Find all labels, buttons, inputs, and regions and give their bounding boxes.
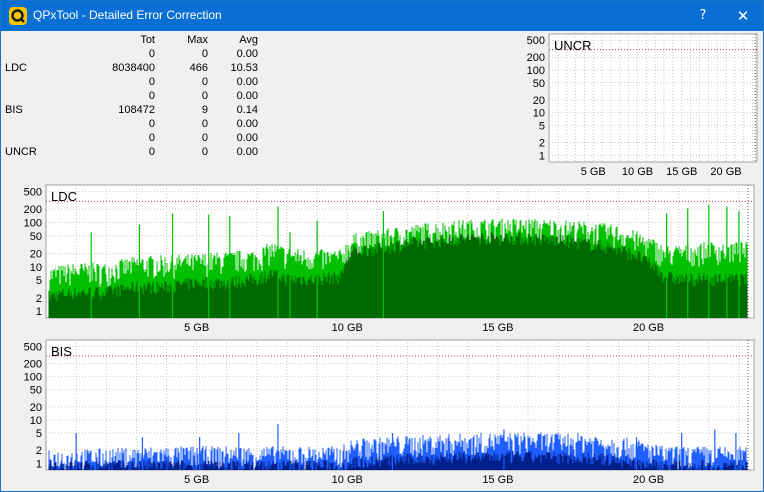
y-tick-label: 10 bbox=[30, 415, 42, 427]
y-tick-label: 50 bbox=[30, 231, 42, 243]
chart-title: LDC bbox=[51, 189, 77, 204]
x-tick-label: 5 GB bbox=[581, 166, 606, 178]
y-tick-label: 5 bbox=[36, 428, 42, 440]
y-tick-label: 10 bbox=[533, 108, 545, 120]
x-tick-label: 20 GB bbox=[633, 474, 664, 486]
x-tick-label: 10 GB bbox=[332, 474, 363, 486]
chart-ldc: 12 510 20 50 100200 500 5 GB 10 GB 15 GB 20 GB LDC bbox=[24, 184, 755, 334]
x-tick-label: 15 GB bbox=[482, 474, 513, 486]
y-tick-label: 200 bbox=[24, 204, 42, 216]
main-window: QPxTool - Detailed Error Correction ? ✕ … bbox=[0, 0, 764, 492]
y-tick-label: 100 bbox=[24, 217, 42, 229]
x-tick-label: 15 GB bbox=[482, 322, 513, 334]
x-tick-label: 20 GB bbox=[710, 166, 741, 178]
y-tick-label: 2 bbox=[36, 445, 42, 457]
y-tick-label: 5 bbox=[36, 275, 42, 287]
y-tick-label: 500 bbox=[527, 35, 545, 47]
close-button[interactable]: ✕ bbox=[731, 5, 755, 27]
y-tick-label: 5 bbox=[539, 121, 545, 133]
y-tick-label: 200 bbox=[24, 359, 42, 371]
y-tick-label: 2 bbox=[539, 138, 545, 150]
chart-title: BIS bbox=[51, 344, 72, 359]
window-title: QPxTool - Detailed Error Correction bbox=[33, 8, 222, 22]
x-tick-label: 10 GB bbox=[622, 166, 653, 178]
y-tick-label: 100 bbox=[527, 65, 545, 77]
y-tick-label: 1 bbox=[36, 306, 42, 318]
x-tick-label: 15 GB bbox=[666, 166, 697, 178]
charts-canvas: 1251020501002005005 GB 10 GB 15 GB 20 GBUNC… bbox=[24, 33, 758, 486]
x-tick-label: 5 GB bbox=[184, 474, 209, 486]
y-tick-label: 50 bbox=[30, 385, 42, 397]
y-tick-label: 50 bbox=[533, 78, 545, 90]
y-tick-label: 20 bbox=[30, 248, 42, 260]
x-tick-label: 5 GB bbox=[184, 322, 209, 334]
help-button[interactable]: ? bbox=[693, 6, 713, 26]
chart-uncr: 12 51020 50100200 500 5 GB 10 GB 15 GB 20 GB UNC… bbox=[527, 33, 758, 178]
y-tick-label: 10 bbox=[30, 262, 42, 274]
chart-bis: 12 51020 50100200 500 5 GB 10 GB 15 GB 20 GB BIS bbox=[24, 339, 755, 486]
y-tick-label: 20 bbox=[533, 95, 545, 107]
client-area: Tot Max Avg 0 0 0.00 LDC 8038400 466 10.53 00… bbox=[2, 31, 762, 491]
x-tick-label: 10 GB bbox=[332, 322, 363, 334]
y-tick-label: 500 bbox=[24, 186, 42, 198]
y-tick-label: 20 bbox=[30, 402, 42, 414]
qpxtool-logo-icon bbox=[9, 7, 27, 25]
y-tick-label: 200 bbox=[527, 52, 545, 64]
chart-title: UNCR bbox=[554, 38, 592, 53]
title-bar[interactable]: QPxTool - Detailed Error Correction ? ✕ bbox=[1, 1, 763, 31]
y-tick-label: 2 bbox=[36, 293, 42, 305]
x-tick-label: 20 GB bbox=[633, 322, 664, 334]
y-tick-label: 1 bbox=[539, 150, 545, 162]
y-tick-label: 500 bbox=[24, 341, 42, 353]
y-tick-label: 1 bbox=[36, 458, 42, 470]
y-tick-label: 100 bbox=[24, 372, 42, 384]
